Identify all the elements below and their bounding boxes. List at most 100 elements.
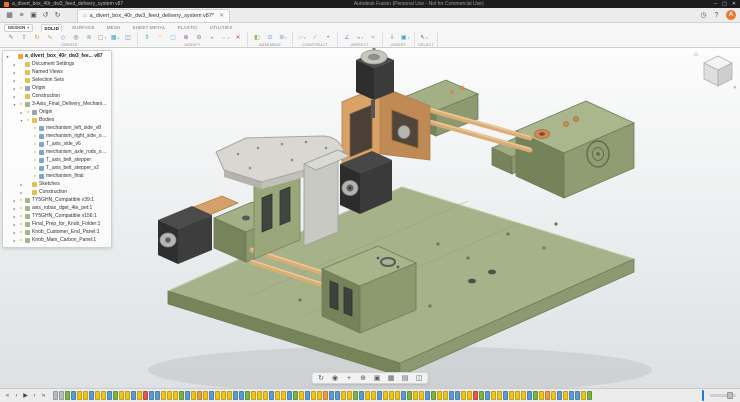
fit-icon[interactable]: ▣: [373, 373, 382, 383]
timeline-feature-tick[interactable]: [341, 391, 346, 400]
timeline-feature-tick[interactable]: [371, 391, 376, 400]
model-left-stepper-motor[interactable]: [158, 206, 212, 264]
select-icon[interactable]: ↖▾: [418, 33, 430, 42]
joint-icon[interactable]: ⊙: [264, 33, 276, 42]
model-right-bearing-block[interactable]: [492, 101, 634, 198]
close-window-icon[interactable]: ✕: [732, 1, 736, 7]
browser-row[interactable]: ●T_axis_side_v6: [3, 140, 111, 148]
sweep-icon[interactable]: ∿: [44, 33, 56, 42]
viewcube-menu-icon[interactable]: ▾: [733, 85, 736, 91]
timeline-feature-tick[interactable]: [575, 391, 580, 400]
browser-row[interactable]: ▾a_divert_box_40r_dw3_fee... v87: [3, 52, 111, 60]
undo-icon[interactable]: ↺: [40, 10, 51, 21]
home-icon[interactable]: ⌂: [83, 13, 87, 19]
offset-face-icon[interactable]: ⊖: [193, 33, 205, 42]
zoom-icon[interactable]: ⊕: [359, 373, 368, 383]
section-analysis-icon[interactable]: ◒▾: [354, 33, 366, 42]
timeline-feature-tick[interactable]: [83, 391, 88, 400]
construction-point-icon[interactable]: •: [322, 33, 334, 42]
timeline-feature-tick[interactable]: [137, 391, 142, 400]
timeline-feature-tick[interactable]: [425, 391, 430, 400]
timeline-feature-tick[interactable]: [287, 391, 292, 400]
timeline-feature-tick[interactable]: [533, 391, 538, 400]
timeline-feature-tick[interactable]: [167, 391, 172, 400]
timeline-feature-tick[interactable]: [335, 391, 340, 400]
timeline-feature-tick[interactable]: [413, 391, 418, 400]
timeline-feature-tick[interactable]: [77, 391, 82, 400]
timeline-feature-tick[interactable]: [515, 391, 520, 400]
browser-row[interactable]: ▸●Knob_Customer_End_Panel:1: [3, 228, 111, 236]
tab-mesh[interactable]: MESH: [105, 24, 123, 32]
timeline-feature-tick[interactable]: [365, 391, 370, 400]
go-to-start-icon[interactable]: «: [4, 393, 11, 399]
timeline-feature-tick[interactable]: [539, 391, 544, 400]
browser-row[interactable]: ●mechanism_final: [3, 172, 111, 180]
timeline-feature-tick[interactable]: [569, 391, 574, 400]
timeline-feature-tick[interactable]: [89, 391, 94, 400]
browser-row[interactable]: ●T_axis_belt_stepper: [3, 156, 111, 164]
user-avatar[interactable]: A: [726, 10, 736, 20]
move-copy-icon[interactable]: ↔▾: [219, 33, 231, 42]
fillet-icon[interactable]: ◠: [154, 33, 166, 42]
timeline-feature-tick[interactable]: [179, 391, 184, 400]
timeline-feature-tick[interactable]: [311, 391, 316, 400]
visibility-bulb-icon[interactable]: ●: [19, 222, 23, 226]
timeline-feature-tick[interactable]: [131, 391, 136, 400]
timeline-feature-tick[interactable]: [101, 391, 106, 400]
browser-row[interactable]: ▾●3-Axis_Final_Delivery_Mechanism:1: [3, 100, 111, 108]
timeline-feature-tick[interactable]: [173, 391, 178, 400]
timeline-feature-tick[interactable]: [431, 391, 436, 400]
timeline-feature-tick[interactable]: [455, 391, 460, 400]
timeline-feature-tick[interactable]: [497, 391, 502, 400]
visibility-bulb-icon[interactable]: ●: [19, 198, 23, 202]
timeline-feature-tick[interactable]: [263, 391, 268, 400]
browser-row[interactable]: ▸Sketches: [3, 180, 111, 188]
timeline-feature-tick[interactable]: [581, 391, 586, 400]
timeline-feature-tick[interactable]: [143, 391, 148, 400]
display-analysis-icon[interactable]: ≈: [367, 33, 379, 42]
timeline-feature-tick[interactable]: [203, 391, 208, 400]
visibility-bulb-icon[interactable]: ●: [33, 174, 37, 178]
browser-row[interactable]: ▸●Knob_Main_Carbon_Panel:1: [3, 236, 111, 244]
measure-icon[interactable]: ∠: [341, 33, 353, 42]
timeline-feature-tick[interactable]: [251, 391, 256, 400]
timeline-feature-tick[interactable]: [53, 391, 58, 400]
timeline-feature-tick[interactable]: [377, 391, 382, 400]
look-at-icon[interactable]: ◉: [331, 373, 340, 383]
browser-row[interactable]: ▸Named Views: [3, 68, 111, 76]
visibility-bulb-icon[interactable]: ●: [19, 102, 23, 106]
construction-axis-icon[interactable]: ∕: [309, 33, 321, 42]
timeline-feature-tick[interactable]: [389, 391, 394, 400]
browser-row[interactable]: ▸●TY5GHN_Compatible v39:1: [3, 196, 111, 204]
timeline-feature-tick[interactable]: [71, 391, 76, 400]
viewport-layout-icon[interactable]: ◫: [415, 373, 424, 383]
timeline-feature-tick[interactable]: [347, 391, 352, 400]
timeline-feature-tick[interactable]: [527, 391, 532, 400]
insert-mesh-icon[interactable]: ⇩: [386, 33, 398, 42]
timeline-feature-tick[interactable]: [317, 391, 322, 400]
timeline-feature-tick[interactable]: [557, 391, 562, 400]
new-component-icon[interactable]: ◧: [251, 33, 263, 42]
timeline-feature-tick[interactable]: [521, 391, 526, 400]
app-grid-icon[interactable]: ▦: [4, 10, 15, 21]
timeline-feature-tick[interactable]: [209, 391, 214, 400]
timeline-feature-tick[interactable]: [221, 391, 226, 400]
browser-row[interactable]: ▸Construction: [3, 188, 111, 196]
pattern-icon[interactable]: ▦▾: [109, 33, 121, 42]
loft-icon[interactable]: ◇: [57, 33, 69, 42]
timeline-feature-tick[interactable]: [95, 391, 100, 400]
timeline-feature-tick[interactable]: [239, 391, 244, 400]
workspace-dropdown[interactable]: DESIGN ▾: [4, 24, 33, 32]
timeline-feature-tick[interactable]: [551, 391, 556, 400]
timeline-feature-tick[interactable]: [491, 391, 496, 400]
display-settings-icon[interactable]: ▦: [387, 373, 396, 383]
play-icon[interactable]: ▶: [22, 393, 29, 399]
timeline-feature-tick[interactable]: [305, 391, 310, 400]
help-icon[interactable]: ?: [711, 10, 722, 21]
browser-row[interactable]: ●mechanism_right_side_only (1): [3, 132, 111, 140]
tab-utilities[interactable]: UTILITIES: [208, 24, 235, 32]
view-cube[interactable]: ⌂ ▾: [694, 51, 736, 91]
timeline-feature-tick[interactable]: [119, 391, 124, 400]
browser-row[interactable]: ▸Document Settings: [3, 60, 111, 68]
delete-icon[interactable]: ✕: [232, 33, 244, 42]
